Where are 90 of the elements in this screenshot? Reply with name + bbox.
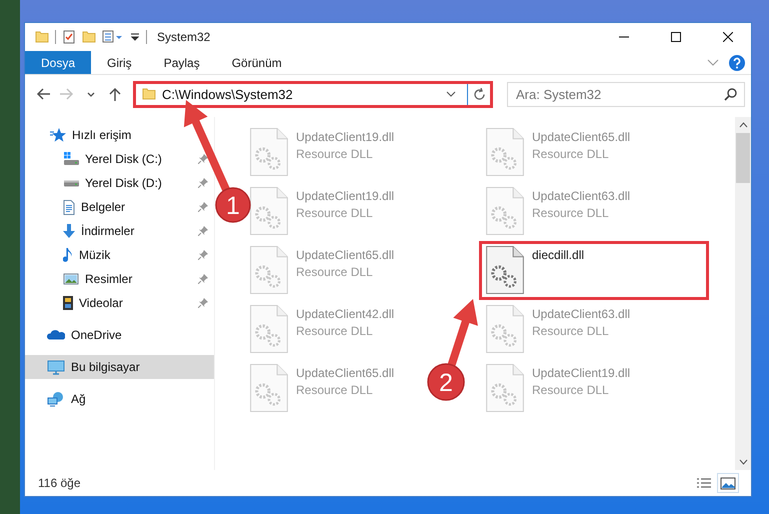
file-name: UpdateClient19.dll: [296, 189, 394, 203]
address-dropdown-button[interactable]: [446, 91, 456, 97]
ribbon-tab[interactable]: Görünüm: [216, 51, 298, 74]
step-badge: 2: [427, 363, 465, 401]
item-count: 116 öğe: [38, 476, 82, 490]
monitor-icon: [47, 360, 65, 374]
pin-icon[interactable]: [198, 154, 208, 164]
scroll-down-icon[interactable]: [738, 459, 748, 465]
sidebar-item[interactable]: Belgeler: [63, 195, 126, 219]
file-type: Resource DLL: [296, 147, 374, 161]
dll-file-icon: [486, 305, 524, 353]
recent-locations-button[interactable]: [87, 92, 95, 96]
film-strip-icon: [63, 296, 73, 310]
dll-file-icon: [250, 305, 288, 353]
network-icon: [47, 392, 65, 406]
pin-icon[interactable]: [198, 250, 208, 260]
folder-icon: [35, 31, 49, 43]
file-type: Resource DLL: [296, 383, 374, 397]
dll-file-icon: [486, 128, 524, 176]
sidebar-item[interactable]: İndirmeler: [63, 219, 134, 243]
expand-ribbon-icon[interactable]: [707, 59, 719, 66]
music-note-icon: [63, 248, 73, 262]
step-badge: 1: [215, 187, 251, 223]
file-type: Resource DLL: [296, 206, 374, 220]
ribbon-tab[interactable]: Giriş: [91, 51, 148, 74]
file-tile[interactable]: diecdill.dll: [479, 241, 709, 300]
scroll-thumb[interactable]: [736, 133, 750, 183]
sidebar-item[interactable]: Müzik: [63, 243, 110, 267]
sidebar-item[interactable]: Yerel Disk (D:): [63, 171, 162, 195]
minimize-button[interactable]: [619, 36, 629, 38]
file-type: Resource DLL: [532, 383, 610, 397]
file-name: UpdateClient65.dll: [296, 366, 394, 380]
file-name: UpdateClient65.dll: [296, 248, 394, 262]
star-icon: [50, 128, 66, 142]
file-name: UpdateClient19.dll: [296, 130, 394, 144]
landscape-picture-icon: [63, 273, 79, 285]
view-layout-icon[interactable]: [102, 30, 124, 44]
dll-file-icon: [250, 128, 288, 176]
sidebar-item[interactable]: Resimler: [63, 267, 132, 291]
dll-file-icon: [486, 246, 524, 294]
address-field[interactable]: C:\Windows\System32: [133, 80, 493, 108]
drive-icon: [63, 152, 79, 166]
sidebar-item[interactable]: OneDrive: [47, 323, 122, 347]
ribbon-tab[interactable]: Paylaş: [148, 51, 216, 74]
customize-toolbar-icon[interactable]: [130, 32, 140, 42]
file-name: UpdateClient63.dll: [532, 189, 630, 203]
search-icon[interactable]: [724, 88, 737, 100]
file-name: UpdateClient42.dll: [296, 307, 394, 321]
file-type: Resource DLL: [532, 324, 610, 338]
scroll-up-icon[interactable]: [738, 122, 748, 128]
file-type: Resource DLL: [532, 147, 610, 161]
pin-icon[interactable]: [198, 178, 208, 188]
help-icon[interactable]: [729, 54, 745, 70]
cloud-icon: [47, 330, 65, 340]
sidebar-item[interactable]: Bu bilgisayar: [25, 355, 214, 379]
drive-icon: [63, 180, 79, 186]
sidebar-item[interactable]: Videolar: [63, 291, 123, 315]
file-name: UpdateClient19.dll: [532, 366, 630, 380]
dll-file-icon: [250, 187, 288, 235]
file-name: diecdill.dll: [532, 248, 584, 262]
file-type: Resource DLL: [296, 324, 374, 338]
sidebar-item[interactable]: Yerel Disk (C:): [63, 147, 162, 171]
properties-icon[interactable]: [62, 30, 76, 44]
document-icon: [63, 200, 75, 214]
download-arrow-icon: [63, 224, 75, 238]
dll-file-icon: [486, 187, 524, 235]
file-name: UpdateClient63.dll: [532, 307, 630, 321]
maximize-button[interactable]: [671, 32, 681, 42]
search-field[interactable]: Ara: System32: [507, 82, 745, 106]
dll-file-icon: [250, 246, 288, 294]
dll-file-icon: [486, 364, 524, 412]
refresh-icon[interactable]: [472, 88, 486, 100]
file-type: Resource DLL: [296, 265, 374, 279]
folder-icon: [142, 88, 156, 100]
back-button[interactable]: [36, 87, 50, 101]
pin-icon[interactable]: [198, 202, 208, 212]
dll-file-icon: [250, 364, 288, 412]
tiles-view-icon[interactable]: [717, 473, 739, 493]
ribbon-tab[interactable]: Dosya: [25, 51, 92, 74]
pin-icon[interactable]: [198, 226, 208, 236]
pin-icon[interactable]: [198, 298, 208, 308]
close-button[interactable]: [723, 32, 733, 42]
file-name: UpdateClient65.dll: [532, 130, 630, 144]
sidebar-item[interactable]: Hızlı erişim: [50, 123, 132, 147]
window-title: System32: [157, 30, 212, 44]
up-button[interactable]: [109, 87, 121, 101]
sidebar-item[interactable]: Ağ: [47, 387, 86, 411]
file-type: Resource DLL: [532, 206, 610, 220]
pin-icon[interactable]: [198, 274, 208, 284]
scrollbar[interactable]: [735, 117, 751, 470]
